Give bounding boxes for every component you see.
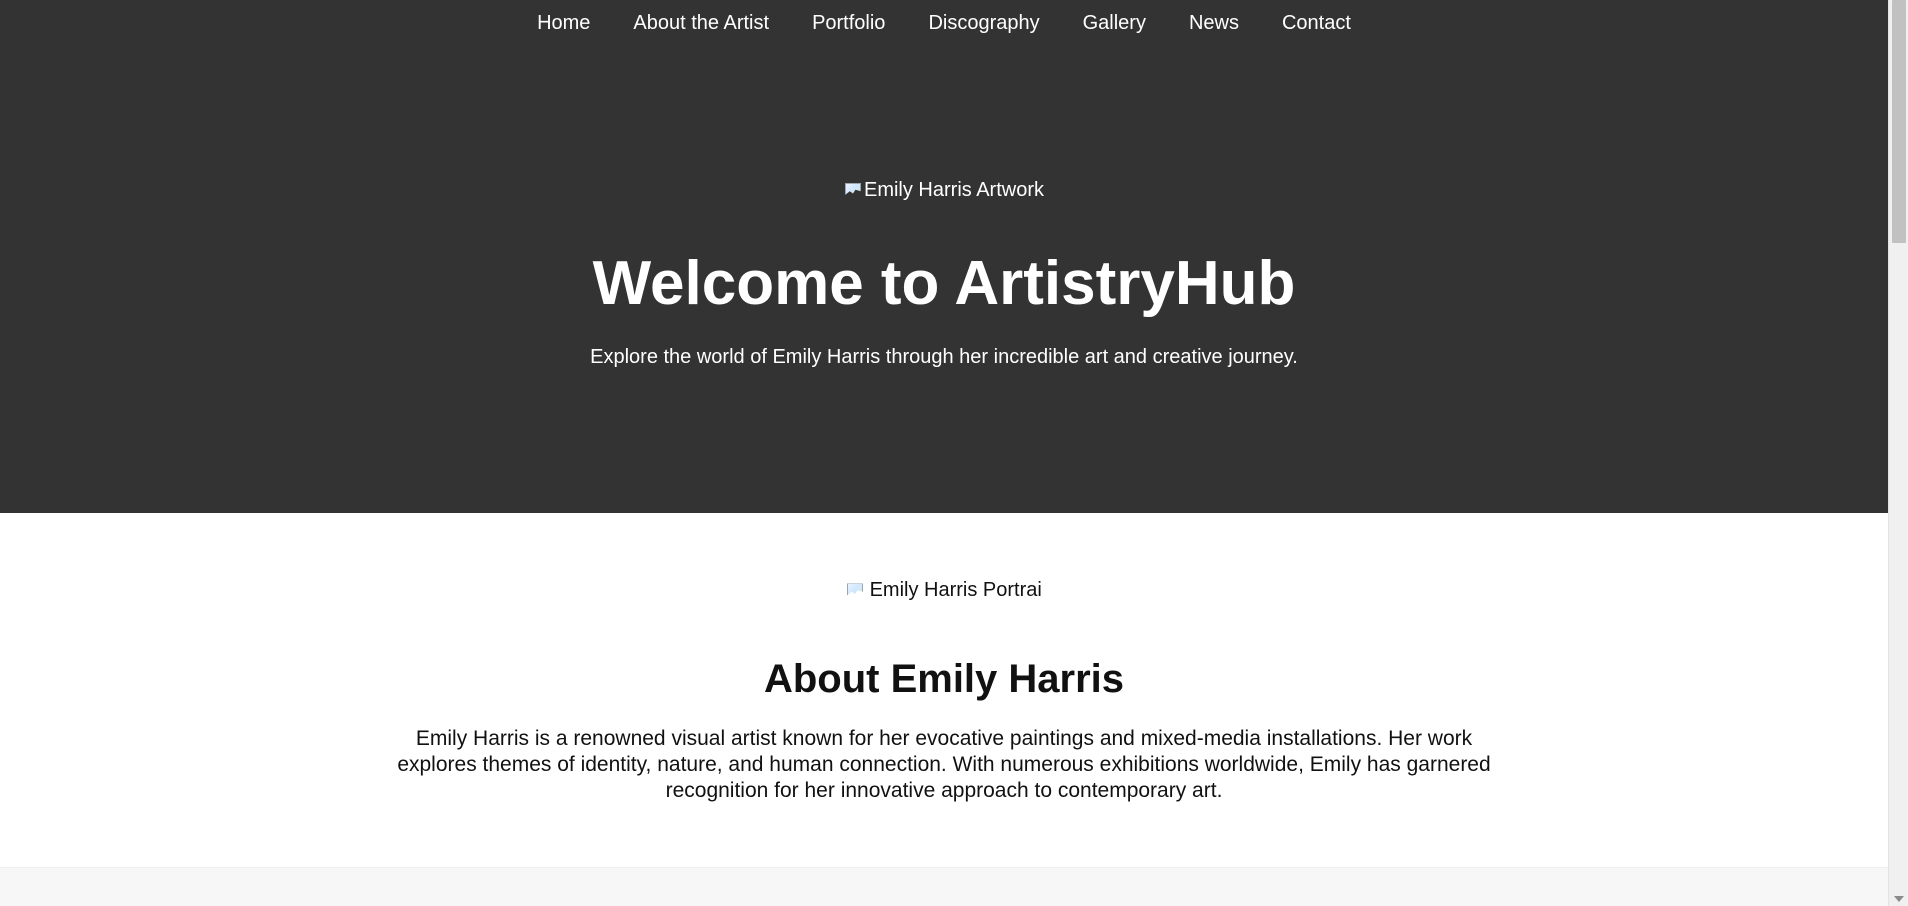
- vertical-scrollbar[interactable]: [1888, 0, 1908, 906]
- next-section: [0, 867, 1888, 906]
- broken-image-icon: [844, 181, 862, 199]
- about-image-alt-text: Emily Harris Portrait: [869, 578, 1042, 601]
- scrollbar-thumb[interactable]: [1892, 0, 1906, 243]
- viewport: Home About the Artist Portfolio Discogra…: [0, 0, 1888, 906]
- page: Home About the Artist Portfolio Discogra…: [0, 0, 1908, 906]
- hero-title: Welcome to ArtistryHub: [592, 249, 1296, 318]
- about-broken-image: Emily Harris Portrait: [846, 576, 1042, 604]
- nav-item-contact[interactable]: Contact: [1260, 0, 1372, 46]
- hero-broken-image: Emily Harris Artwork: [844, 176, 1044, 204]
- about-description: Emily Harris is a renowned visual artist…: [397, 727, 1491, 802]
- nav-item-about-the-artist[interactable]: About the Artist: [612, 0, 791, 46]
- hero-image-alt-text: Emily Harris Artwork: [863, 179, 1044, 201]
- nav-item-discography[interactable]: Discography: [907, 0, 1061, 46]
- nav-item-gallery[interactable]: Gallery: [1061, 0, 1167, 46]
- broken-image-icon: [846, 581, 864, 599]
- hero-section: Home About the Artist Portfolio Discogra…: [0, 0, 1888, 513]
- about-portrait-image: Emily Harris Portrait: [0, 575, 1888, 604]
- about-title: About Emily Harris: [763, 657, 1125, 701]
- nav-item-home[interactable]: Home: [516, 0, 612, 46]
- hero-subtitle: Explore the world of Emily Harris throug…: [590, 346, 1298, 368]
- hero-artwork-image: Emily Harris Artwork: [0, 176, 1888, 207]
- about-section: Emily Harris Portrait About Emily Harris…: [0, 513, 1888, 867]
- nav-item-news[interactable]: News: [1167, 0, 1260, 46]
- nav-item-portfolio[interactable]: Portfolio: [791, 0, 907, 46]
- main-nav: Home About the Artist Portfolio Discogra…: [0, 0, 1888, 46]
- chevron-down-icon[interactable]: [1894, 896, 1904, 902]
